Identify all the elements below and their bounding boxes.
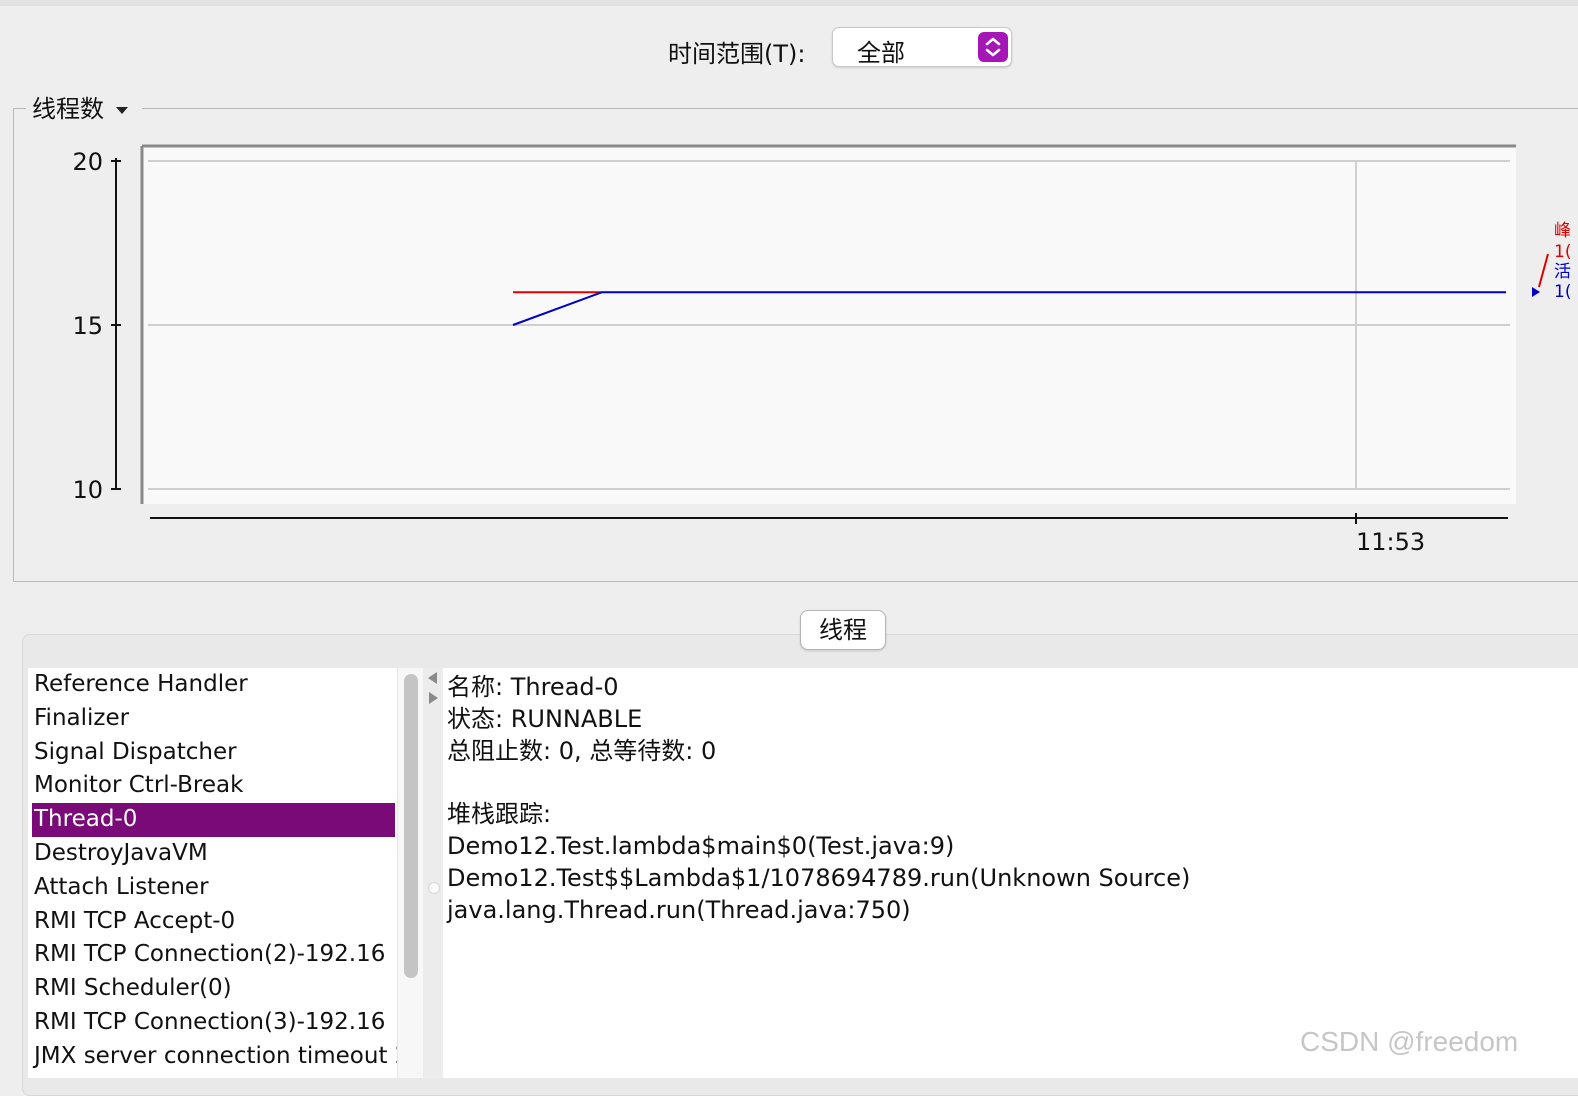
- detail-state: 状态: RUNNABLE: [447, 704, 643, 733]
- x-tick-label: 11:53: [1356, 528, 1425, 556]
- stack-frame: java.lang.Thread.run(Thread.java:750): [447, 895, 911, 924]
- detail-spacer: [447, 767, 1578, 799]
- divider-grip-icon[interactable]: [428, 882, 440, 894]
- thread-details: 名称: Thread-0 状态: RUNNABLE 总阻止数: 0, 总等待数:…: [443, 668, 1578, 1078]
- thread-list-item[interactable]: Signal Dispatcher: [28, 736, 397, 770]
- legend-peak-label: 峰: [1554, 221, 1571, 241]
- stack-trace-title: 堆栈跟踪:: [447, 800, 552, 829]
- collapse-left-icon[interactable]: [428, 672, 437, 684]
- stack-frame: Demo12.Test$$Lambda$1/1078694789.run(Unk…: [447, 863, 1191, 892]
- thread-list-item[interactable]: RMI TCP Connection(2)-192.16: [28, 938, 397, 972]
- stack-frame: Demo12.Test.lambda$main$0(Test.java:9): [447, 831, 955, 860]
- thread-list-item[interactable]: RMI TCP Connection(3)-192.16: [28, 1006, 397, 1040]
- legend-peak-value: 1(: [1554, 242, 1571, 262]
- collapse-right-icon[interactable]: [429, 692, 438, 704]
- thread-list-item[interactable]: DestroyJavaVM: [28, 837, 397, 871]
- thread-list-item[interactable]: RMI Scheduler(0): [28, 972, 397, 1006]
- legend-connector: [1538, 253, 1549, 288]
- y-tick-label: 15: [72, 312, 103, 340]
- thread-list-item[interactable]: JMX server connection timeout 2: [28, 1040, 397, 1074]
- legend-pointer-icon: [1532, 287, 1540, 297]
- detail-name: 名称: Thread-0: [447, 673, 619, 701]
- thread-list-item[interactable]: Attach Listener: [28, 871, 397, 905]
- thread-list-item[interactable]: Reference Handler: [28, 668, 397, 702]
- legend-live-value: 1(: [1554, 282, 1571, 302]
- y-tick-label: 10: [72, 476, 103, 504]
- detail-counts: 总阻止数: 0, 总等待数: 0: [447, 736, 717, 765]
- split-pane-divider[interactable]: [423, 668, 443, 1078]
- tab-threads[interactable]: 线程: [800, 610, 886, 650]
- thread-list-item[interactable]: RMI TCP Accept-0: [28, 905, 397, 939]
- watermark: CSDN @freedom: [1300, 1026, 1519, 1057]
- thread-list-item[interactable]: Monitor Ctrl-Break: [28, 769, 397, 803]
- thread-count-chart: 20 15 10 11:53 峰 1( 活 1(: [72, 144, 1571, 556]
- y-ticks: 20 15 10: [72, 148, 121, 504]
- thread-list[interactable]: Reference Handler Finalizer Signal Dispatc…: [28, 668, 397, 1078]
- thread-list-item[interactable]: Finalizer: [28, 702, 397, 736]
- thread-list-item[interactable]: Thread-0: [32, 803, 395, 837]
- thread-list-scrollbar[interactable]: [397, 668, 424, 1078]
- scrollbar-thumb[interactable]: [404, 674, 418, 978]
- legend-live-label: 活: [1554, 262, 1571, 282]
- y-tick-label: 20: [72, 148, 103, 176]
